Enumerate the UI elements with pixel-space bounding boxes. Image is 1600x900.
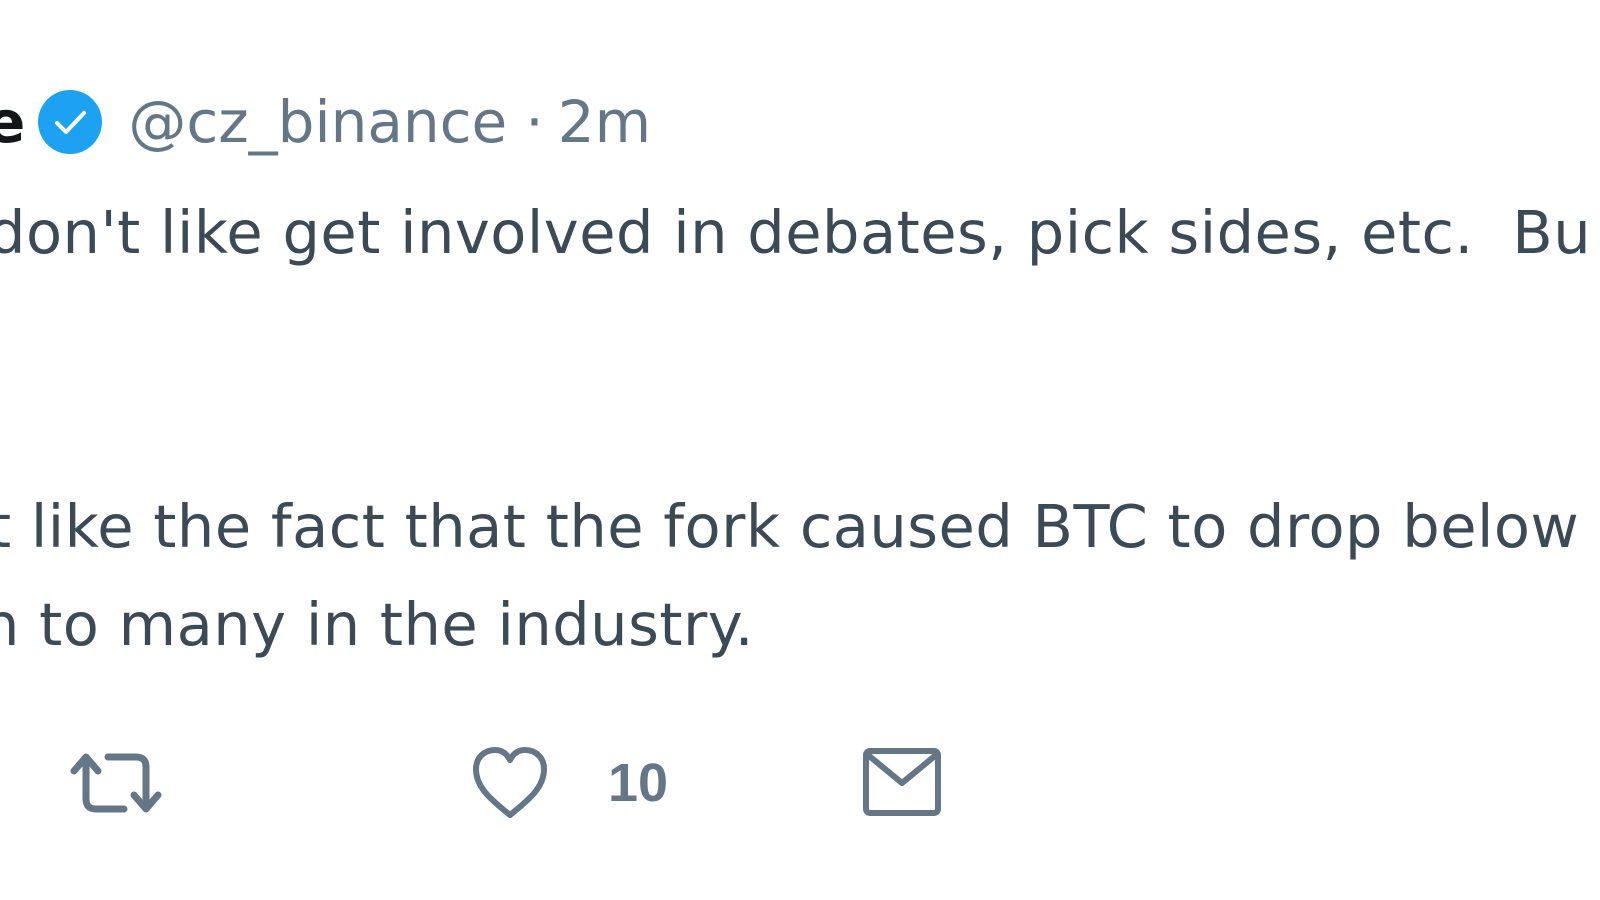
tweet-actions: 10 [0,745,1600,825]
retweet-button[interactable] [68,749,164,819]
tweet-timestamp[interactable]: 2m [558,88,651,156]
direct-message-button[interactable] [862,745,942,819]
envelope-icon [862,745,942,819]
tweet-text-line-1: don't like get involved in debates, pick… [0,198,1592,267]
like-button[interactable]: 10 [470,745,668,821]
retweet-icon [68,749,164,819]
like-count: 10 [608,753,669,813]
display-name[interactable]: e [0,88,25,156]
tweet-text-line-3: n to many in the industry. [0,590,754,659]
tweet-header: e @cz_binance · 2m [0,88,651,156]
header-separator: · [525,88,544,156]
screenshot-canvas: e @cz_binance · 2m don't like get involv… [0,0,1600,900]
heart-icon [470,745,550,821]
verified-badge-icon [36,88,104,156]
tweet-card[interactable]: e @cz_binance · 2m don't like get involv… [0,0,1600,900]
user-handle[interactable]: @cz_binance [128,88,507,156]
tweet-text-line-2: t like the fact that the fork caused BTC… [0,492,1580,561]
